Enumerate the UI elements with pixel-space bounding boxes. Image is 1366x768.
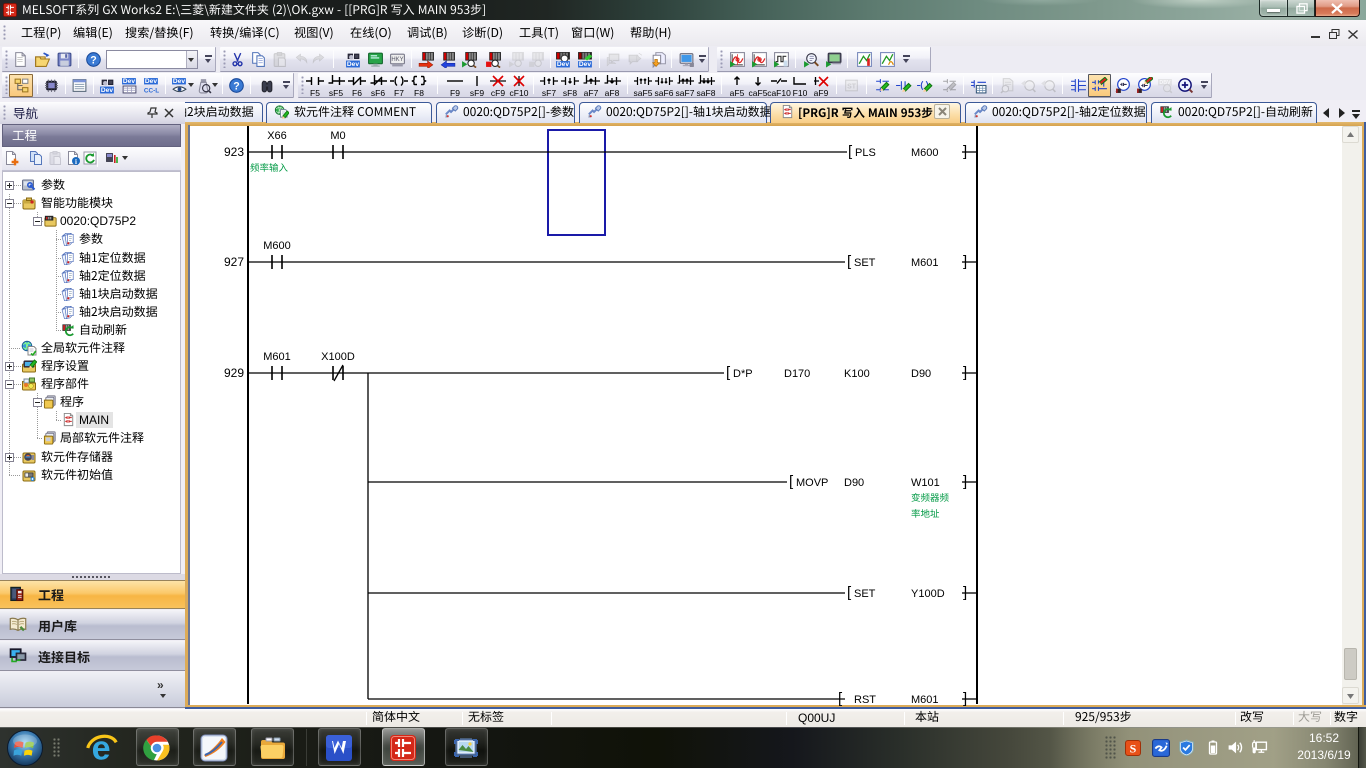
svg-text:S: S <box>1130 742 1137 756</box>
